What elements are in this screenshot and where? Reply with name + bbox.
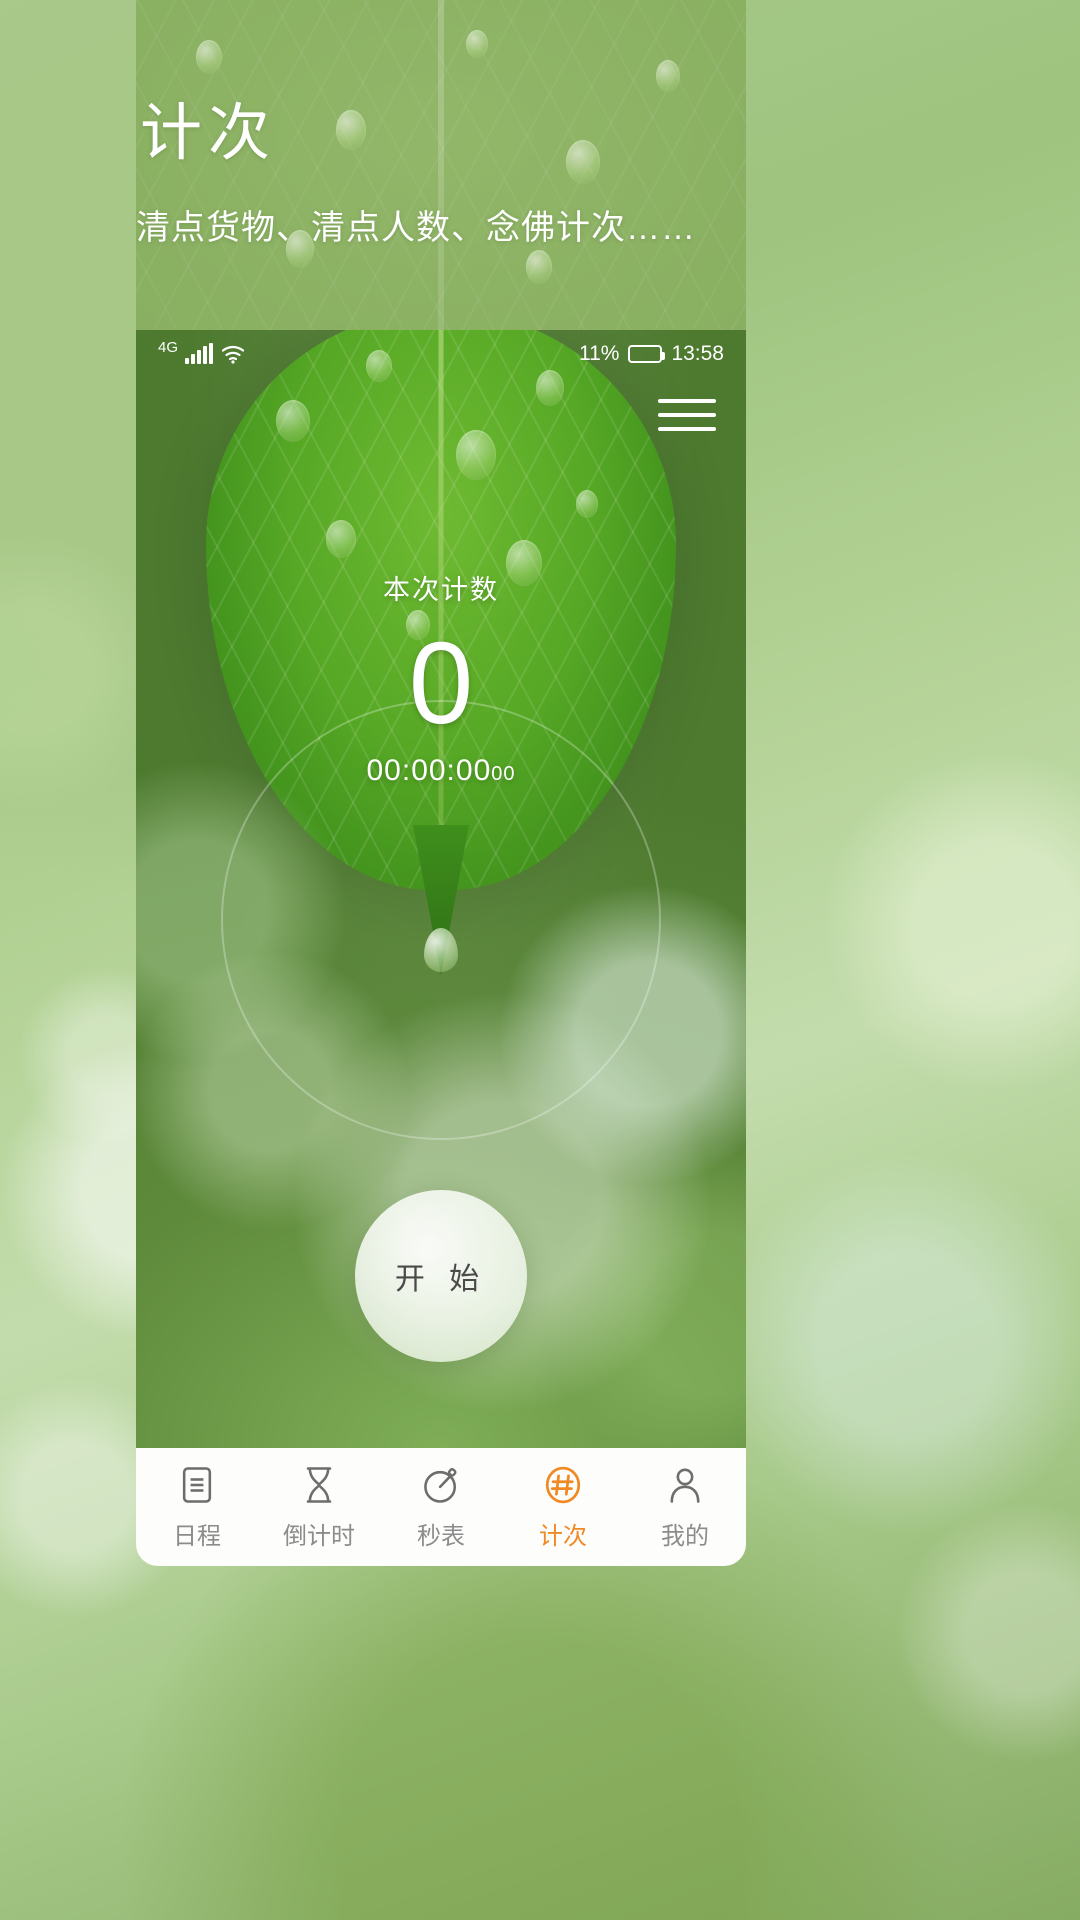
hourglass-countdown-icon (306, 1467, 332, 1503)
tab-profile[interactable]: 我的 (624, 1463, 746, 1551)
water-drop-icon (466, 30, 488, 58)
status-bar-left: 4G (158, 340, 246, 364)
elapsed-time: 00:00:0000 (136, 754, 746, 788)
battery-percent-label: 11% (578, 342, 620, 365)
water-drop-icon (326, 520, 356, 558)
signal-bars-icon (185, 343, 214, 364)
water-drop-icon (336, 110, 366, 150)
hamburger-menu-icon[interactable] (658, 392, 716, 438)
status-bar-right: 11% 13:58 (579, 342, 724, 366)
tab-stopwatch[interactable]: 秒表 (380, 1463, 502, 1551)
water-drop-icon (276, 400, 310, 442)
status-bar: 4G 11% 13:58 (136, 330, 746, 378)
battery-icon (628, 345, 666, 363)
water-drop-icon (576, 490, 598, 518)
elapsed-time-ms: 00 (491, 763, 516, 786)
tab-counter[interactable]: 计次 (502, 1463, 624, 1551)
page-subtitle: 清点货物、清点人数、念佛计次…… (136, 209, 696, 247)
water-drop-icon (526, 250, 552, 284)
tab-countdown[interactable]: 倒计时 (258, 1463, 380, 1551)
tab-label: 我的 (661, 1523, 709, 1550)
person-profile-icon (670, 1468, 700, 1503)
water-drop-icon (196, 40, 222, 74)
phone-screen: 4G 11% 13:58 本次计数 0 00:00:0000 开 始 (136, 330, 746, 1448)
tab-schedule[interactable]: 日程 (136, 1463, 258, 1551)
water-drop-icon (456, 430, 496, 480)
water-drop-icon (566, 140, 600, 184)
counter-display: 本次计数 0 00:00:0000 (136, 568, 746, 788)
start-button[interactable]: 开 始 (355, 1190, 527, 1362)
stopwatch-icon (424, 1468, 457, 1503)
counter-label: 本次计数 (383, 575, 499, 605)
bottom-tab-bar: 日程 倒计时 秒表 计次 我的 (136, 1448, 746, 1566)
water-drop-icon (656, 60, 680, 92)
tab-label: 倒计时 (283, 1523, 355, 1550)
network-type-label: 4G (158, 339, 179, 356)
elapsed-time-main: 00:00:00 (366, 754, 492, 788)
hash-circle-counter-icon (545, 1466, 581, 1504)
wifi-icon (221, 345, 245, 364)
leaf-midrib-decoration (438, 0, 444, 340)
tab-label: 计次 (539, 1523, 587, 1550)
schedule-document-icon (182, 1467, 212, 1503)
tab-label: 日程 (173, 1523, 221, 1550)
counter-value: 0 (408, 618, 474, 748)
page-title: 计次 (140, 99, 277, 168)
tab-label: 秒表 (417, 1523, 465, 1550)
clock-label: 13:58 (671, 342, 724, 365)
